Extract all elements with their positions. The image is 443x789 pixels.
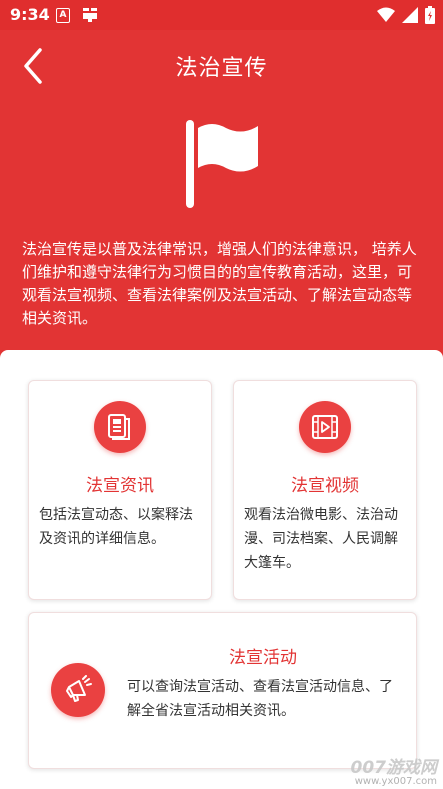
status-time: 9:34 <box>10 5 50 24</box>
watermark-main: 007游戏网 <box>350 758 438 778</box>
document-icon <box>94 401 146 453</box>
event-card-title: 法宣活动 <box>229 648 297 668</box>
watermark-url: www.yx007.com <box>354 776 437 787</box>
intro-text: 法治宣传是以普及法律常识，增强人们的法律意识， 培养人们维护和遵守法律行为习惯目… <box>22 240 417 327</box>
notification-icon <box>80 4 100 28</box>
video-icon <box>299 401 351 453</box>
video-card[interactable]: 法宣视频 观看法治微电影、法治动漫、司法档案、人民调解大篷车。 <box>233 380 417 600</box>
page-title: 法治宣传 <box>175 56 268 81</box>
news-card-description: 包括法宣动态、以案释法及资讯的详细信息。 <box>39 507 193 547</box>
video-card-description: 观看法治微电影、法治动漫、司法档案、人民调解大篷车。 <box>244 507 398 571</box>
event-card[interactable]: 法宣活动 可以查询法宣活动、查看法宣活动信息、了解全省法宣活动相关资讯。 <box>28 612 417 769</box>
status-bar: 9:34 A <box>0 0 443 30</box>
watermark: 007游戏网 www.yx007.com <box>351 753 438 787</box>
title-bar: 法治宣传 <box>0 30 443 102</box>
battery-icon <box>425 6 435 24</box>
news-card[interactable]: 法宣资讯 包括法宣动态、以案释法及资讯的详细信息。 <box>28 380 212 600</box>
news-card-title: 法宣资讯 <box>86 476 154 496</box>
event-card-description: 可以查询法宣活动、查看法宣活动信息、了解全省法宣活动相关资讯。 <box>127 679 393 719</box>
flag-icon <box>182 118 264 210</box>
wifi-icon <box>377 7 395 22</box>
video-card-title: 法宣视频 <box>291 476 359 496</box>
signal-icon <box>402 7 418 23</box>
content-panel: 法宣资讯 包括法宣动态、以案释法及资讯的详细信息。 法宣视频 观看法治微电影、法… <box>0 350 443 789</box>
megaphone-icon <box>51 663 105 717</box>
status-right-icons <box>377 6 435 24</box>
status-a-icon: A <box>56 8 70 23</box>
